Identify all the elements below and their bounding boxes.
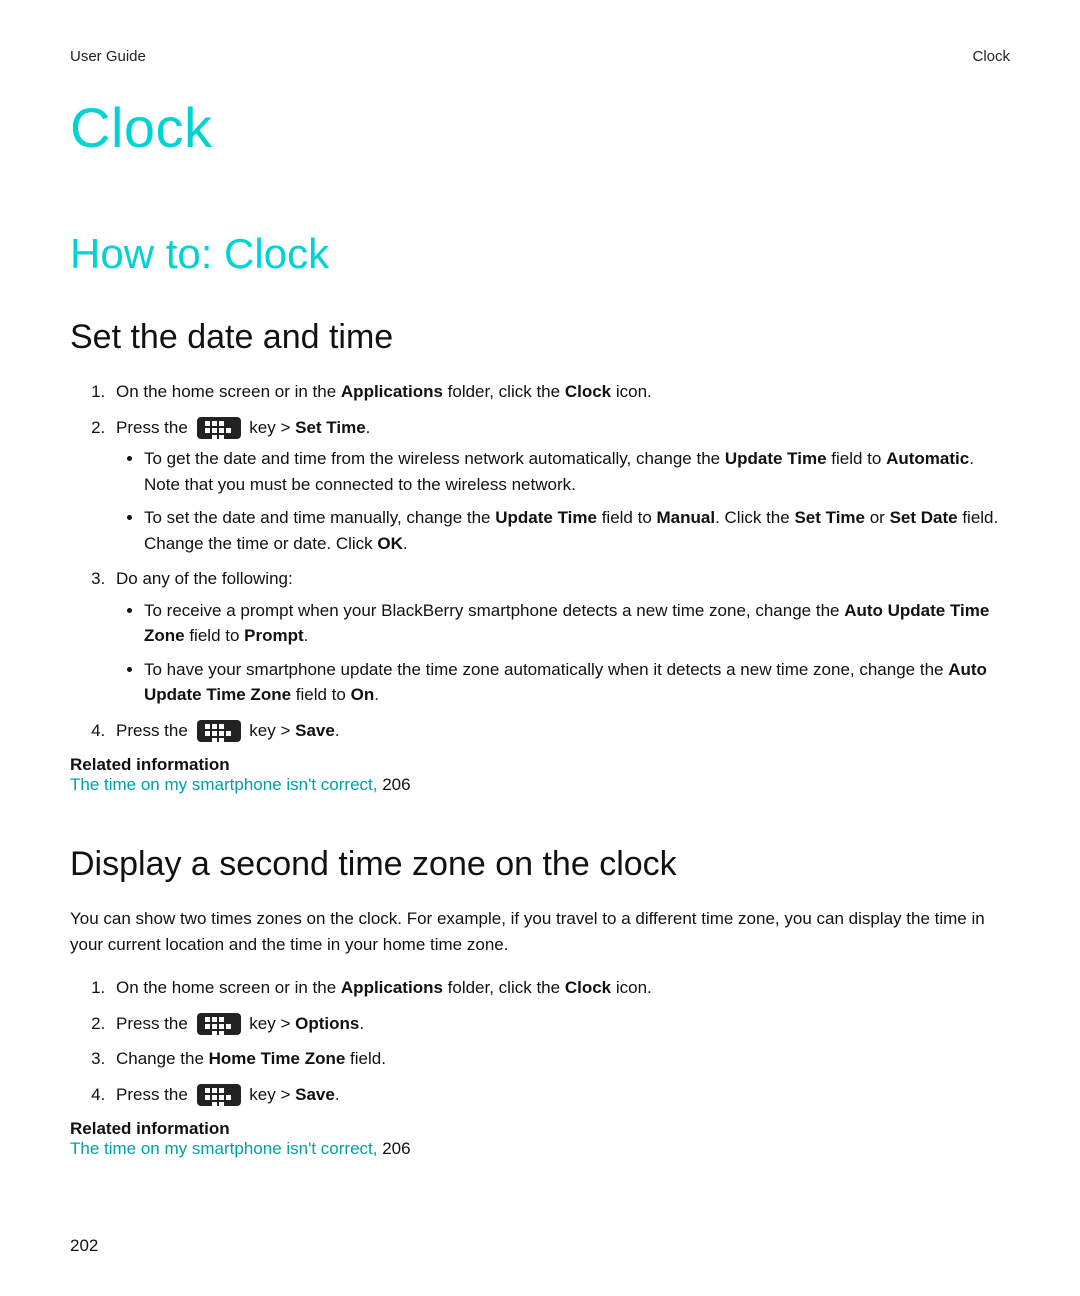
text: To have your smartphone update the time … bbox=[144, 660, 948, 679]
bold: Automatic bbox=[886, 449, 969, 468]
menu-key-icon bbox=[197, 1084, 241, 1106]
text: . bbox=[304, 626, 309, 645]
page-number: 202 bbox=[70, 1236, 98, 1256]
bold: Set Time bbox=[794, 508, 865, 527]
related-page-number: 206 bbox=[382, 1139, 410, 1158]
bold: Clock bbox=[565, 978, 611, 997]
text: or bbox=[865, 508, 890, 527]
step-2: Press the key > Options. bbox=[110, 1011, 1010, 1037]
related-link[interactable]: The time on my smartphone isn't correct, bbox=[70, 1139, 382, 1158]
text: field to bbox=[291, 685, 351, 704]
text: . bbox=[335, 1085, 340, 1104]
step-3: Do any of the following: To receive a pr… bbox=[110, 566, 1010, 708]
text: On the home screen or in the bbox=[116, 382, 341, 401]
text: Press the bbox=[116, 418, 193, 437]
text: Press the bbox=[116, 721, 193, 740]
bullet-item: To set the date and time manually, chang… bbox=[144, 505, 1010, 556]
text: folder, click the bbox=[443, 978, 565, 997]
related-link[interactable]: The time on my smartphone isn't correct, bbox=[70, 775, 382, 794]
bold: Manual bbox=[657, 508, 716, 527]
related-info-row: The time on my smartphone isn't correct,… bbox=[70, 775, 1010, 795]
bold: Home Time Zone bbox=[209, 1049, 346, 1068]
chapter-title: Clock bbox=[70, 95, 1010, 160]
text: . bbox=[403, 534, 408, 553]
text: key > bbox=[245, 721, 296, 740]
text: . bbox=[374, 685, 379, 704]
subsection-title: Set the date and time bbox=[70, 318, 1010, 357]
related-info-heading: Related information bbox=[70, 755, 1010, 775]
text: . bbox=[359, 1014, 364, 1033]
section-second-time-zone: Display a second time zone on the clock … bbox=[70, 845, 1010, 1159]
bold: Update Time bbox=[725, 449, 827, 468]
text: field to bbox=[827, 449, 887, 468]
step-1: On the home screen or in the Application… bbox=[110, 975, 1010, 1001]
text: To get the date and time from the wirele… bbox=[144, 449, 725, 468]
related-info-row: The time on my smartphone isn't correct,… bbox=[70, 1139, 1010, 1159]
step-3: Change the Home Time Zone field. bbox=[110, 1046, 1010, 1072]
text: field to bbox=[185, 626, 245, 645]
bold: Applications bbox=[341, 978, 443, 997]
bullet-list: To get the date and time from the wirele… bbox=[116, 446, 1010, 556]
header-left: User Guide bbox=[70, 48, 146, 65]
bullet-item: To get the date and time from the wirele… bbox=[144, 446, 1010, 497]
bold: Prompt bbox=[244, 626, 304, 645]
text: On the home screen or in the bbox=[116, 978, 341, 997]
text: icon. bbox=[611, 382, 652, 401]
bold: On bbox=[351, 685, 375, 704]
menu-key-icon bbox=[197, 417, 241, 439]
header-right: Clock bbox=[972, 48, 1010, 65]
bold: Options bbox=[295, 1014, 359, 1033]
text: field to bbox=[597, 508, 657, 527]
related-page-number: 206 bbox=[382, 775, 410, 794]
bold: Save bbox=[295, 1085, 335, 1104]
bold: Set Time bbox=[295, 418, 366, 437]
bullet-item: To receive a prompt when your BlackBerry… bbox=[144, 598, 1010, 649]
step-2: Press the key > Set Time. To get the dat… bbox=[110, 415, 1010, 557]
text: Press the bbox=[116, 1014, 193, 1033]
text: . Click the bbox=[715, 508, 794, 527]
ordered-steps: On the home screen or in the Application… bbox=[70, 379, 1010, 743]
text: key > bbox=[245, 1014, 296, 1033]
section-title: How to: Clock bbox=[70, 230, 1010, 278]
text: key > bbox=[245, 418, 296, 437]
text: folder, click the bbox=[443, 382, 565, 401]
ordered-steps: On the home screen or in the Application… bbox=[70, 975, 1010, 1107]
text: Press the bbox=[116, 1085, 193, 1104]
page-header: User Guide Clock bbox=[70, 48, 1010, 65]
bold: Set Date bbox=[890, 508, 958, 527]
section-set-date-time: Set the date and time On the home screen… bbox=[70, 318, 1010, 795]
bullet-list: To receive a prompt when your BlackBerry… bbox=[116, 598, 1010, 708]
bold: OK bbox=[377, 534, 403, 553]
text: . bbox=[335, 721, 340, 740]
bold: Applications bbox=[341, 382, 443, 401]
bold: Update Time bbox=[495, 508, 597, 527]
subsection-title: Display a second time zone on the clock bbox=[70, 845, 1010, 884]
intro-paragraph: You can show two times zones on the cloc… bbox=[70, 906, 1010, 957]
document-page: User Guide Clock Clock How to: Clock Set… bbox=[0, 0, 1080, 1296]
text: To receive a prompt when your BlackBerry… bbox=[144, 601, 844, 620]
text: Change the bbox=[116, 1049, 209, 1068]
text: key > bbox=[245, 1085, 296, 1104]
step-1: On the home screen or in the Application… bbox=[110, 379, 1010, 405]
step-4: Press the key > Save. bbox=[110, 1082, 1010, 1108]
menu-key-icon bbox=[197, 720, 241, 742]
bold: Clock bbox=[565, 382, 611, 401]
bold: Save bbox=[295, 721, 335, 740]
related-info-heading: Related information bbox=[70, 1119, 1010, 1139]
step-4: Press the key > Save. bbox=[110, 718, 1010, 744]
menu-key-icon bbox=[197, 1013, 241, 1035]
text: . bbox=[366, 418, 371, 437]
text: icon. bbox=[611, 978, 652, 997]
text: To set the date and time manually, chang… bbox=[144, 508, 495, 527]
text: Do any of the following: bbox=[116, 569, 293, 588]
bullet-item: To have your smartphone update the time … bbox=[144, 657, 1010, 708]
text: field. bbox=[345, 1049, 386, 1068]
